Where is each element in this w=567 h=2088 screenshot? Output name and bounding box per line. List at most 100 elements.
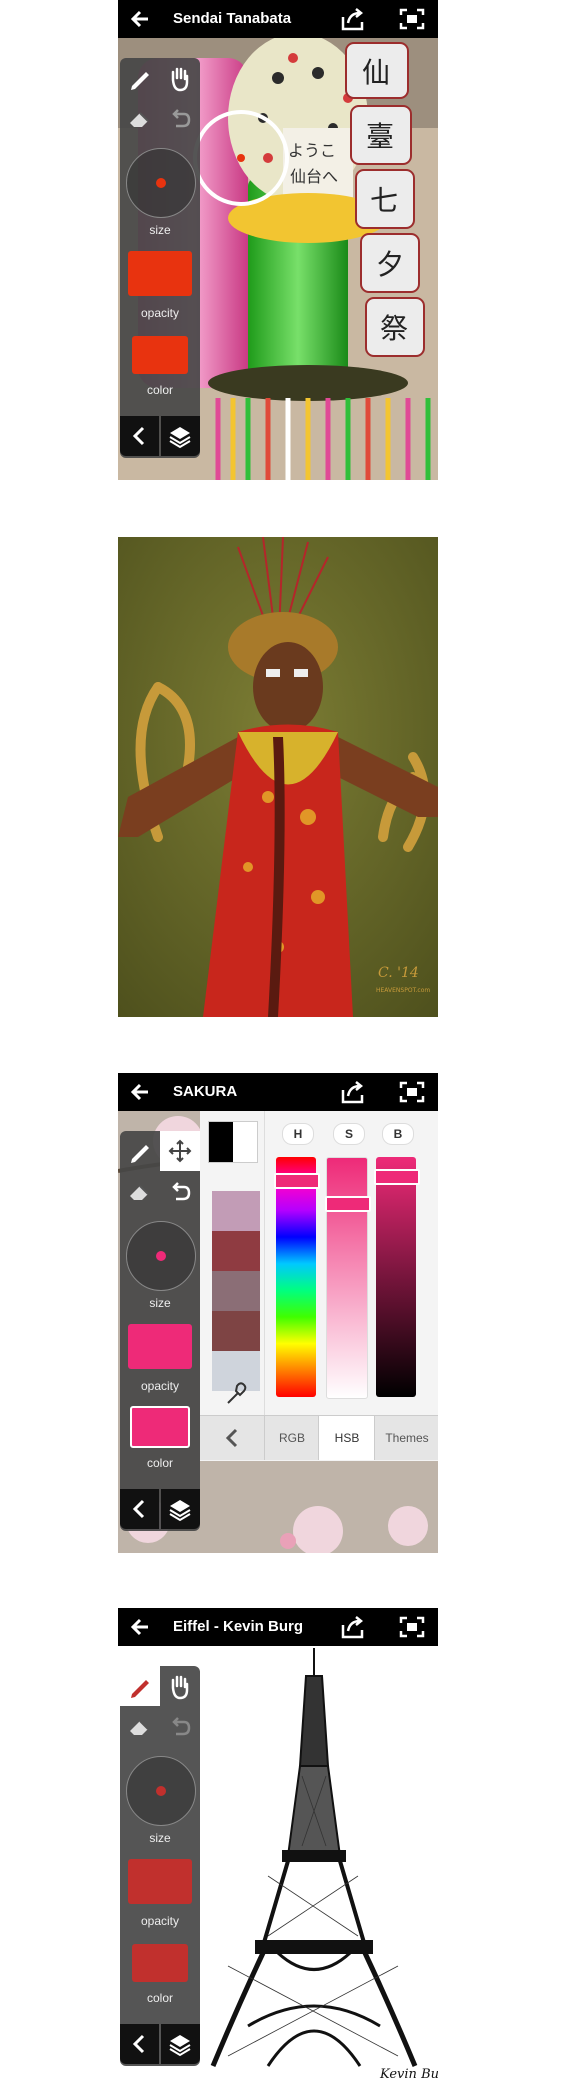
app-header: Sendai Tanabata xyxy=(118,0,438,38)
lantern-char-1: 仙 xyxy=(362,56,390,89)
eraser-tool-button[interactable] xyxy=(120,1171,160,1211)
undo-icon xyxy=(172,1182,191,1201)
palette-swatch-3[interactable] xyxy=(212,1271,260,1311)
eraser-icon xyxy=(130,112,149,127)
document-title: SAKURA xyxy=(173,1083,238,1100)
undo-button[interactable] xyxy=(160,98,200,138)
tool-panel: size opacity color xyxy=(120,1131,200,1531)
brush-size-dot xyxy=(156,1786,166,1796)
back-arrow-icon[interactable] xyxy=(130,1082,150,1102)
brush-cursor xyxy=(193,110,289,206)
back-arrow-icon[interactable] xyxy=(130,9,150,29)
layers-icon xyxy=(169,2035,191,2057)
color-label: color xyxy=(146,1456,173,1470)
tab-hsb[interactable]: HSB xyxy=(318,1416,375,1460)
screen-sakura: SAKURA size opacity color H S B RGB HSB … xyxy=(118,1073,438,1553)
palette-column xyxy=(200,1111,260,1411)
brush-size-dial[interactable] xyxy=(126,1221,196,1291)
color-swatch[interactable] xyxy=(132,336,188,374)
undo-icon xyxy=(172,109,191,128)
tab-themes[interactable]: Themes xyxy=(374,1416,438,1460)
eraser-tool-button[interactable] xyxy=(120,98,160,138)
brush-size-dot xyxy=(156,1251,166,1261)
chevron-left-icon xyxy=(225,1428,238,1448)
channel-s-header: S xyxy=(333,1123,365,1145)
pencil-tool-button[interactable] xyxy=(120,1666,160,1706)
share-icon[interactable] xyxy=(340,7,366,31)
color-picker-panel: H S B RGB HSB Themes xyxy=(200,1111,438,1461)
color-label: color xyxy=(146,383,173,397)
undo-icon xyxy=(172,1717,191,1736)
undo-button[interactable] xyxy=(160,1171,200,1211)
color-swatch[interactable] xyxy=(130,1406,190,1448)
chevron-left-icon xyxy=(132,2034,145,2054)
share-icon[interactable] xyxy=(340,1080,366,1104)
brightness-slider[interactable] xyxy=(374,1157,420,1397)
tab-rgb[interactable]: RGB xyxy=(264,1416,319,1460)
opacity-swatch[interactable] xyxy=(128,251,192,296)
saturation-slider-handle[interactable] xyxy=(325,1196,371,1212)
fullscreen-icon[interactable] xyxy=(399,8,425,30)
pan-tool-button[interactable] xyxy=(160,1666,200,1706)
brush-size-dial[interactable] xyxy=(126,148,196,218)
layers-button[interactable] xyxy=(161,2024,200,2064)
hue-slider[interactable] xyxy=(274,1157,320,1397)
saturation-slider[interactable] xyxy=(325,1157,371,1399)
hue-slider-handle[interactable] xyxy=(274,1173,320,1189)
palette-swatch-2[interactable] xyxy=(212,1231,260,1271)
color-label: color xyxy=(146,1991,173,2005)
share-icon[interactable] xyxy=(340,1615,366,1639)
color-swatch[interactable] xyxy=(132,1944,188,1982)
app-header: Eiffel - Kevin Burg xyxy=(118,1608,438,1646)
pan-tool-button[interactable] xyxy=(160,58,200,98)
eyedropper-icon[interactable] xyxy=(222,1379,252,1409)
welcome-sign-line2: 仙台へ xyxy=(290,167,338,186)
lantern-char-4: 夕 xyxy=(376,248,404,281)
tool-panel: size opacity color xyxy=(120,1666,200,2066)
artist-signature: C. '14 xyxy=(378,965,419,981)
app-header: SAKURA xyxy=(118,1073,438,1111)
opacity-swatch[interactable] xyxy=(128,1324,192,1369)
size-label: size xyxy=(149,1831,171,1845)
tool-panel: size opacity color xyxy=(120,58,200,458)
picker-tabs: RGB HSB Themes xyxy=(200,1415,438,1460)
move-icon xyxy=(168,1139,192,1163)
layers-button[interactable] xyxy=(161,416,200,456)
document-title: Eiffel - Kevin Burg xyxy=(173,1618,304,1635)
eraser-icon xyxy=(130,1720,149,1735)
fullscreen-icon[interactable] xyxy=(399,1616,425,1638)
pencil-icon xyxy=(131,72,149,90)
screen-sendai: ようこ 仙台へ 仙 臺 七 夕 祭 Sendai Tanabata size o… xyxy=(118,0,438,480)
back-arrow-icon[interactable] xyxy=(130,1617,150,1637)
brush-size-dial[interactable] xyxy=(126,1756,196,1826)
hand-icon xyxy=(171,1675,189,1700)
watermark-text: HEAVENSPOT.com xyxy=(376,987,430,994)
layers-icon xyxy=(169,427,191,449)
brush-cursor-center xyxy=(237,154,245,162)
eraser-tool-button[interactable] xyxy=(120,1706,160,1746)
welcome-sign-line1: ようこ xyxy=(288,141,336,160)
palette-swatch-4[interactable] xyxy=(212,1311,260,1351)
collapse-panel-button[interactable] xyxy=(120,2024,159,2064)
size-label: size xyxy=(149,223,171,237)
collapse-panel-button[interactable] xyxy=(120,1489,159,1529)
fullscreen-icon[interactable] xyxy=(399,1081,425,1103)
chevron-left-icon xyxy=(132,1499,145,1519)
picker-back-button[interactable] xyxy=(200,1416,264,1460)
brightness-slider-handle[interactable] xyxy=(374,1169,420,1185)
opacity-label: opacity xyxy=(140,1379,180,1393)
layers-button[interactable] xyxy=(161,1489,200,1529)
opacity-swatch[interactable] xyxy=(128,1859,192,1904)
move-tool-button[interactable] xyxy=(160,1131,200,1171)
pencil-tool-button[interactable] xyxy=(120,58,160,98)
undo-button[interactable] xyxy=(160,1706,200,1746)
brush-size-dot xyxy=(156,178,166,188)
artist-signature: Kevin Burg xyxy=(379,2067,438,2082)
pencil-tool-button[interactable] xyxy=(120,1131,160,1171)
palette-swatch-1[interactable] xyxy=(212,1191,260,1231)
picker-divider xyxy=(264,1111,265,1415)
collapse-panel-button[interactable] xyxy=(120,416,159,456)
chevron-left-icon xyxy=(132,426,145,446)
pencil-icon xyxy=(131,1680,149,1698)
channel-h-header: H xyxy=(282,1123,314,1145)
